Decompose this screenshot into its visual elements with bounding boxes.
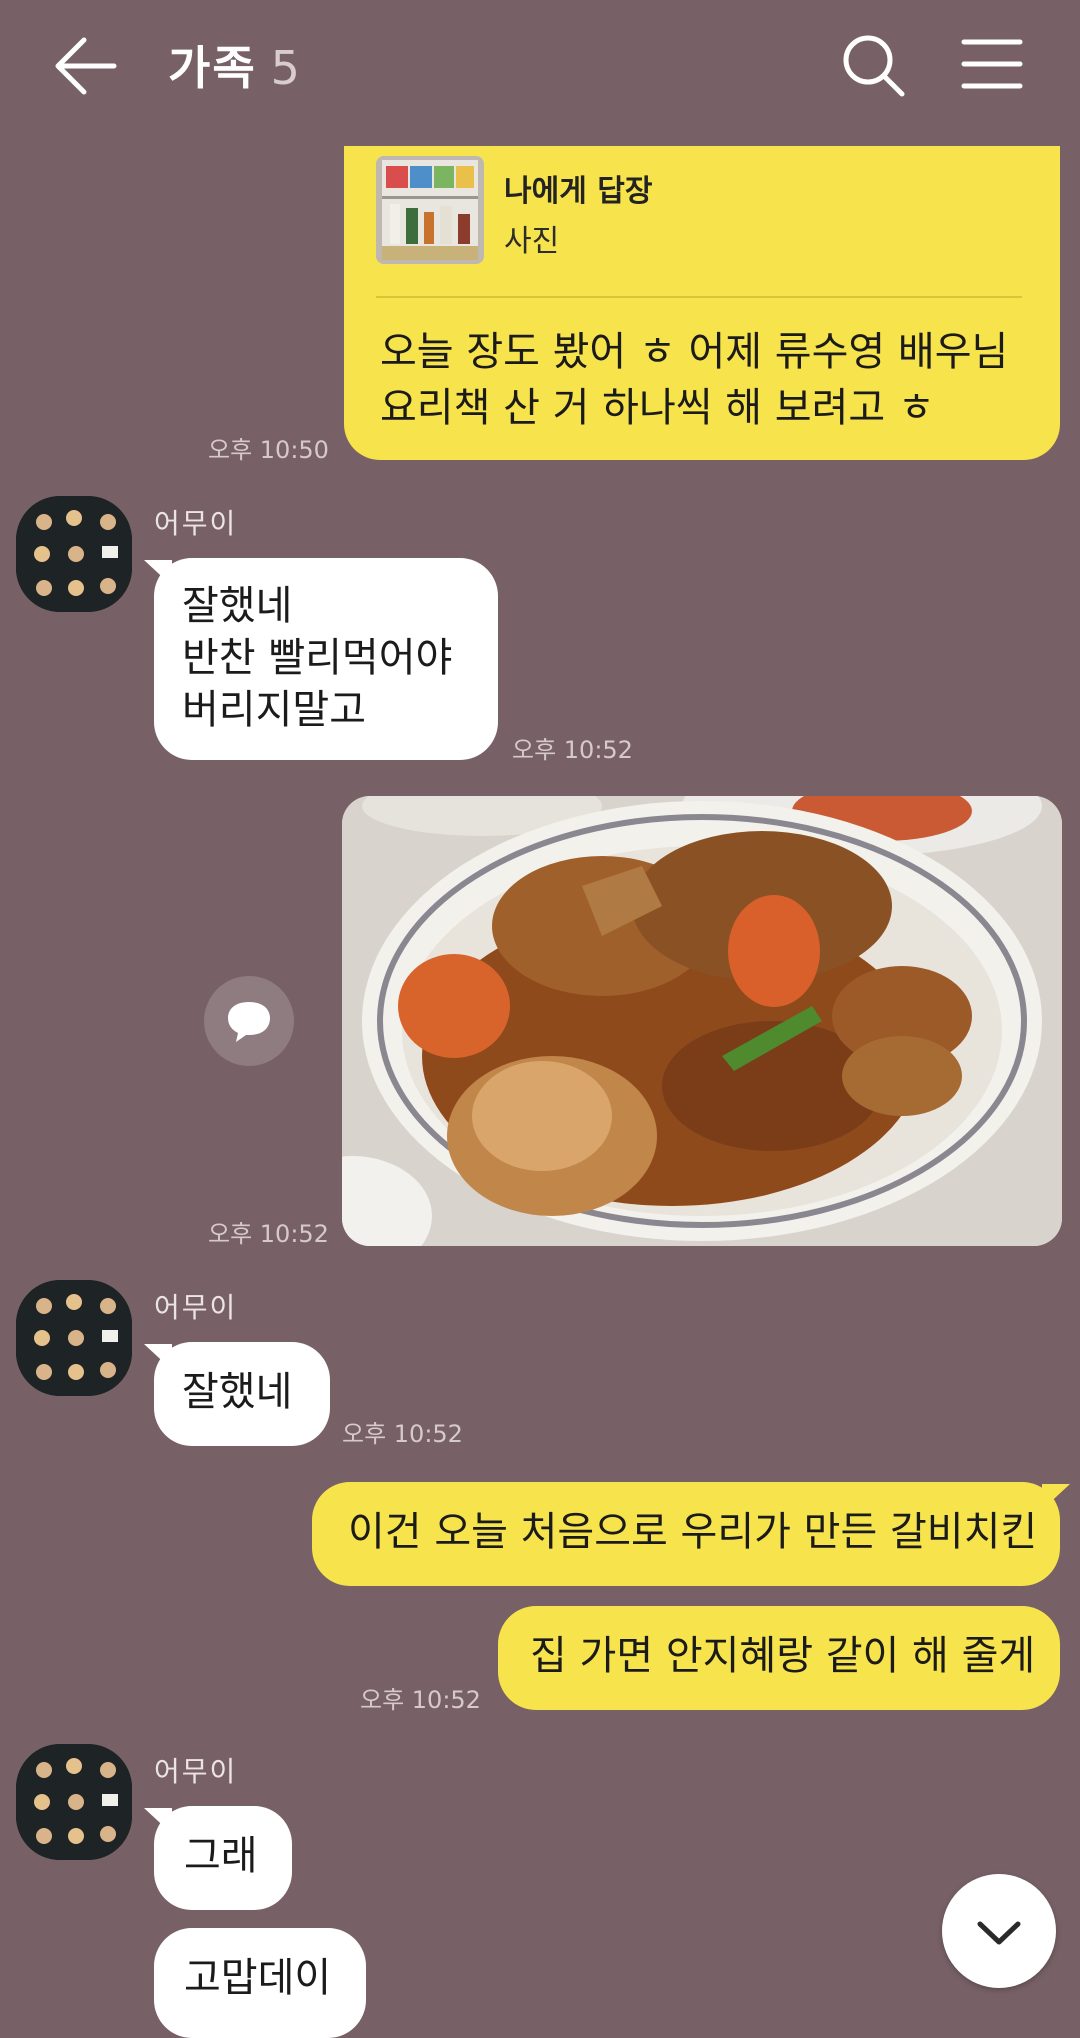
reply-photo-thumbnail [376,156,484,264]
photo-message[interactable] [342,796,1062,1246]
chat-header: 가족 5 [0,0,1080,130]
message-text: 집 가면 안지혜랑 같이 해 줄게 [530,1633,1036,1679]
arrow-left-icon [55,37,117,95]
sender-name: 어무이 [154,1755,238,1788]
chat-room-name: 가족 [168,41,257,95]
message-line: 잘했네 [182,583,293,629]
hamburger-icon [961,39,1023,89]
message-text: 잘했네 [182,1369,293,1415]
chevron-down-icon [977,1921,1021,1945]
message-line: 반찬 빨리먹어야 [182,635,453,681]
search-button[interactable] [840,32,906,98]
message-time: 오후 10:52 [208,1220,329,1248]
chat-title: 가족 5 [168,32,302,98]
menu-button[interactable] [960,36,1024,92]
received-message[interactable]: 고맙데이 [154,1928,366,2038]
avatar[interactable] [16,496,132,612]
reply-divider [376,296,1022,298]
received-message[interactable]: 그래 [154,1806,292,1910]
search-icon [843,35,905,97]
received-message[interactable]: 잘했네 [154,1342,330,1446]
reply-quoted-type: 사진 [504,224,560,259]
message-line: 오늘 장도 봤어 ㅎ 어제 류수영 배우님 [380,329,1009,375]
message-time: 오후 10:50 [208,436,329,464]
avatar[interactable] [16,1280,132,1396]
message-time: 오후 10:52 [512,736,633,764]
sender-name: 어무이 [154,507,238,540]
message-line: 버리지말고 [182,687,366,733]
message-text: 이건 오늘 처음으로 우리가 만든 갈비치킨 [348,1509,1038,1555]
message-text: 그래 [184,1833,258,1879]
sent-message[interactable]: 집 가면 안지혜랑 같이 해 줄게 [498,1606,1060,1710]
message-line: 요리책 산 거 하나씩 해 보려고 ㅎ [380,385,935,431]
back-button[interactable] [50,34,120,98]
received-message[interactable]: 잘했네 반찬 빨리먹어야 버리지말고 [154,558,498,760]
avatar[interactable] [16,1744,132,1860]
speech-bubble-icon [228,1002,270,1042]
sender-name: 어무이 [154,1291,238,1324]
comment-button[interactable] [204,976,294,1066]
member-count: 5 [270,41,302,95]
message-text: 오늘 장도 봤어 ㅎ 어제 류수영 배우님 요리책 산 거 하나씩 해 보려고 … [380,324,1030,436]
message-text: 고맙데이 [184,1955,332,2001]
scroll-to-bottom-button[interactable] [942,1874,1056,1988]
message-time: 오후 10:52 [342,1420,463,1448]
message-time: 오후 10:52 [360,1686,481,1714]
my-reply-message[interactable]: 나에게 답장 사진 오늘 장도 봤어 ㅎ 어제 류수영 배우님 요리책 산 거 … [344,146,1060,460]
sent-message[interactable]: 이건 오늘 처음으로 우리가 만든 갈비치킨 [312,1482,1060,1586]
reply-label: 나에게 답장 [504,174,653,209]
